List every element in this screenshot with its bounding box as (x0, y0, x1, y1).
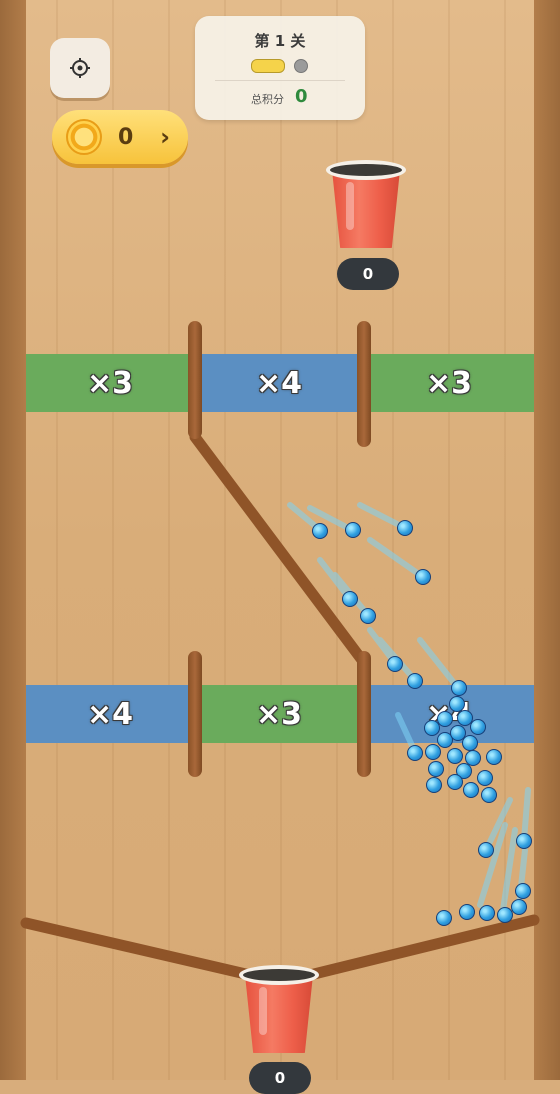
ball (462, 735, 478, 751)
ball (515, 883, 531, 899)
ball (397, 520, 413, 536)
ball (447, 774, 463, 790)
bottom-left-ramp (20, 917, 256, 981)
ball (451, 680, 467, 696)
bottom-cup-counter: 0 (249, 1062, 311, 1094)
ball (345, 522, 361, 538)
ball (428, 761, 444, 777)
diagonal-ramp (189, 431, 368, 666)
ball (477, 770, 493, 786)
divider-post (188, 321, 202, 439)
divider-post (357, 651, 371, 777)
ball (426, 777, 442, 793)
cup-body (245, 975, 313, 1053)
ball (387, 656, 403, 672)
cup-shine (259, 987, 267, 1035)
ball (516, 833, 532, 849)
ball (342, 591, 358, 607)
divider-post (357, 321, 371, 447)
bottom-right-ramp (304, 914, 540, 981)
ball (312, 523, 328, 539)
ball (447, 748, 463, 764)
game-board: 0 › 第 1 关 总积分 0 0 ×3 ×4 ×3 ×4 ×3 ×4 (0, 0, 560, 1094)
ball (436, 910, 452, 926)
ball (459, 904, 475, 920)
ramps-layer (20, 431, 540, 981)
ball (360, 608, 376, 624)
ball (470, 719, 486, 735)
ball (415, 569, 431, 585)
cup-rim (239, 965, 319, 985)
ball (407, 745, 423, 761)
ball (479, 905, 495, 921)
ball (463, 782, 479, 798)
ball (478, 842, 494, 858)
ball (497, 907, 513, 923)
ball (481, 787, 497, 803)
ball (425, 744, 441, 760)
ball (486, 749, 502, 765)
divider-post (188, 651, 202, 777)
ball (424, 720, 440, 736)
ball (511, 899, 527, 915)
bottom-cup[interactable] (239, 965, 319, 1055)
ball (407, 673, 423, 689)
